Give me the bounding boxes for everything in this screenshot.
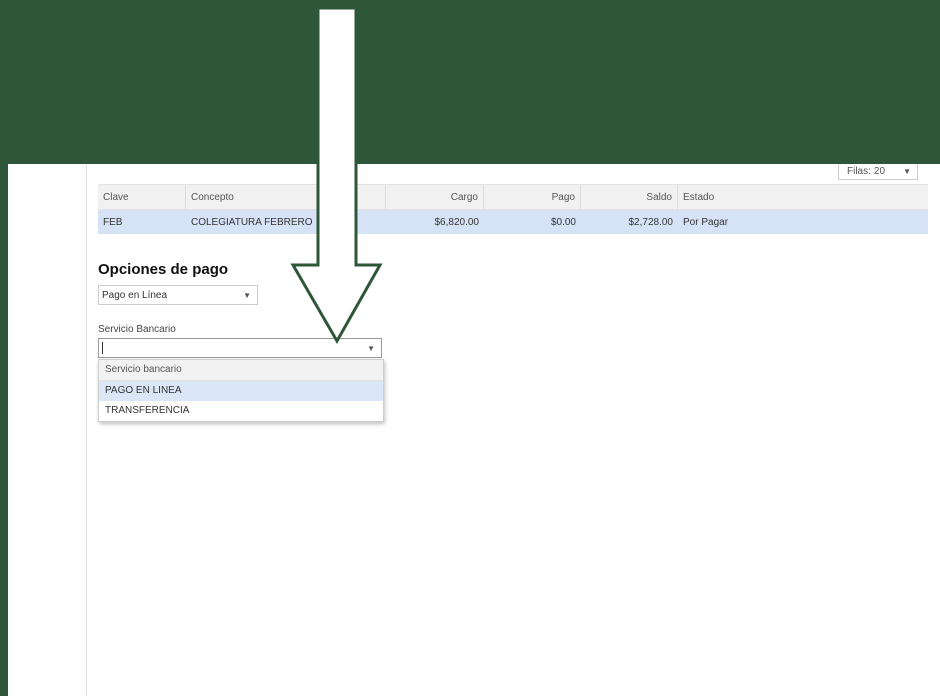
cell-saldo: $2,728.00 — [628, 216, 674, 228]
cell-clave: FEB — [103, 216, 123, 228]
cell-concepto: COLEGIATURA FEBRERO — [191, 216, 313, 228]
header-estado[interactable]: Estado — [678, 185, 928, 209]
header-concepto[interactable]: Concepto — [186, 185, 386, 209]
bank-service-select[interactable]: ▼ — [98, 338, 382, 358]
cell-pago: $0.00 — [550, 216, 576, 228]
dropdown-option-transferencia[interactable]: TRANSFERENCIA — [99, 401, 383, 421]
dropdown-option-pago-en-linea[interactable]: PAGO EN LINEA — [99, 381, 383, 401]
header-pago[interactable]: Pago — [484, 185, 581, 209]
cell-cargo: $6,820.00 — [434, 216, 480, 228]
payment-method-select[interactable]: Pago en Línea ▼ — [98, 285, 258, 305]
header-saldo[interactable]: Saldo — [581, 185, 678, 209]
table-header: Clave Concepto Cargo Pago Saldo Estado — [98, 184, 928, 210]
chevron-down-icon: ▼ — [903, 167, 911, 176]
bank-service-label: Servicio Bancario — [98, 324, 176, 335]
left-divider — [86, 164, 87, 696]
rows-per-page-select[interactable]: Filas: 20 ▼ — [838, 164, 918, 180]
charges-table: Clave Concepto Cargo Pago Saldo Estado F… — [98, 184, 928, 234]
chevron-down-icon: ▼ — [243, 290, 251, 300]
content-panel — [8, 164, 940, 696]
rows-label: Filas: — [847, 166, 871, 177]
text-caret — [102, 342, 103, 354]
payment-options-title: Opciones de pago — [98, 261, 229, 278]
header-clave[interactable]: Clave — [98, 185, 186, 209]
rows-value: 20 — [873, 166, 886, 177]
table-row[interactable]: FEB COLEGIATURA FEBRERO $6,820.00 $0.00 … — [98, 210, 928, 234]
header-cargo[interactable]: Cargo — [386, 185, 484, 209]
cell-estado: Por Pagar — [683, 216, 729, 228]
bank-service-dropdown: Servicio bancario PAGO EN LINEA TRANSFER… — [98, 359, 384, 422]
payment-method-value: Pago en Línea — [102, 289, 168, 301]
dropdown-option-placeholder[interactable]: Servicio bancario — [99, 360, 383, 381]
chevron-down-icon: ▼ — [367, 343, 375, 353]
